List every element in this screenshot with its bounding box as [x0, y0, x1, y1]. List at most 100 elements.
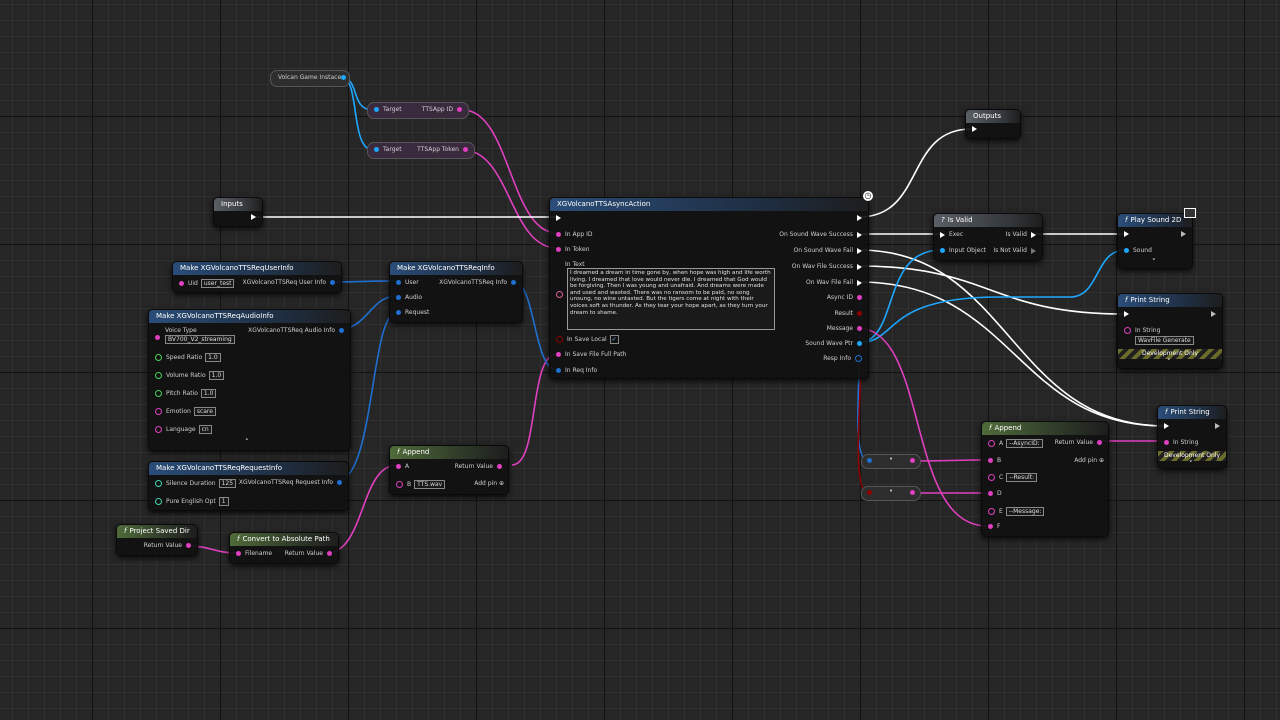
pitch-pin[interactable] — [155, 390, 162, 397]
speed-pin[interactable] — [155, 354, 162, 361]
append-big-node[interactable]: f Append A --AsyncID: B C --Result: D E --Me… — [981, 421, 1109, 537]
enum-to-string-conversion-node[interactable]: • — [861, 486, 921, 501]
in-app-id-pin[interactable] — [556, 232, 561, 237]
play-sound-2d-node[interactable]: f Play Sound 2D Sound ˅ — [1117, 208, 1196, 269]
pitch-input[interactable]: 1.0 — [200, 389, 217, 398]
is-valid-output-pin[interactable] — [1031, 231, 1036, 238]
return-value-pin[interactable] — [327, 551, 332, 556]
conversion-input-pin[interactable] — [867, 458, 872, 463]
exec-output-pin[interactable] — [251, 214, 256, 220]
in-string-pin[interactable] — [1164, 440, 1169, 445]
get-app-id-node[interactable]: Target TTSApp ID — [367, 102, 469, 119]
conversion-input-pin[interactable] — [867, 490, 872, 495]
in-string-pin[interactable] — [1124, 327, 1131, 334]
app-token-pin[interactable] — [463, 147, 468, 152]
input-object-pin[interactable] — [940, 248, 945, 253]
b-pin[interactable] — [988, 458, 993, 463]
silence-pin[interactable] — [155, 480, 162, 487]
expand-chevron-icon[interactable]: ˅ — [1152, 258, 1156, 266]
tts-async-action-node[interactable]: XGVolcanoTTSAsyncAction ◷ In App ID In T… — [549, 191, 873, 379]
collapse-chevron-icon[interactable]: ˄ — [245, 438, 249, 446]
exec-output-pin[interactable] — [1215, 423, 1220, 429]
project-saved-dir-node[interactable]: f Project Saved Dir Return Value — [116, 524, 198, 556]
language-input[interactable]: cn — [198, 425, 212, 434]
expand-chevron-icon[interactable]: ˅ — [1167, 358, 1171, 366]
e-input[interactable]: --Message: — [1005, 507, 1045, 516]
exec-input-pin[interactable] — [556, 215, 561, 221]
on-wav-success-pin[interactable] — [857, 263, 862, 270]
print-string-1-node[interactable]: f Print String In String WavFile Generate… — [1117, 293, 1223, 369]
volume-input[interactable]: 1.0 — [208, 371, 225, 380]
int-to-string-conversion-node[interactable]: • — [861, 454, 921, 469]
pure-english-input[interactable]: 1 — [218, 497, 229, 506]
outputs-node[interactable]: Outputs — [965, 109, 1021, 139]
exec-input-pin[interactable] — [1164, 423, 1169, 429]
exec-output-pin[interactable] — [1211, 311, 1216, 317]
a-pin[interactable] — [396, 464, 401, 469]
in-text-pin[interactable] — [556, 291, 563, 298]
message-pin[interactable] — [857, 326, 862, 331]
on-wav-fail-pin[interactable] — [857, 279, 862, 286]
a-input[interactable]: --AsyncID: — [1006, 439, 1043, 448]
a-pin[interactable] — [988, 440, 995, 447]
f-pin[interactable] — [988, 524, 993, 529]
conversion-output-pin[interactable] — [910, 490, 915, 495]
return-value-pin[interactable] — [186, 543, 191, 548]
audio-info-output-pin[interactable] — [339, 328, 344, 333]
object-output-pin[interactable] — [341, 75, 346, 80]
exec-input-pin[interactable] — [1124, 231, 1129, 237]
make-req-info-node[interactable]: Make XGVolcanoTTSReqInfo User Audio Requ… — [389, 261, 523, 323]
convert-abs-path-node[interactable]: f Convert to Absolute Path Filename Retur… — [229, 532, 339, 564]
expand-chevron-icon[interactable]: ˅ — [1189, 460, 1193, 468]
sound-wave-ptr-pin[interactable] — [857, 341, 862, 346]
exec-output-pin[interactable] — [1181, 231, 1186, 237]
user-pin[interactable] — [396, 280, 401, 285]
get-app-token-node[interactable]: Target TTSApp Token — [367, 142, 475, 159]
print-string-2-node[interactable]: f Print String In String Development Only… — [1157, 405, 1227, 469]
request-pin[interactable] — [396, 310, 401, 315]
req-info-pin[interactable] — [556, 368, 561, 373]
pure-english-pin[interactable] — [155, 498, 162, 505]
audio-pin[interactable] — [396, 295, 401, 300]
target-pin[interactable] — [374, 147, 379, 152]
on-success-pin[interactable] — [857, 231, 862, 238]
b-input[interactable]: TTS.wav — [414, 480, 446, 489]
add-pin-button[interactable]: Add pin ⊕ — [474, 480, 504, 488]
filename-pin[interactable] — [236, 551, 241, 556]
save-local-checkbox[interactable]: ✓ — [609, 335, 619, 344]
in-string-input[interactable]: WavFile Generate — [1135, 336, 1194, 345]
exec-input-pin[interactable] — [940, 231, 945, 238]
c-input[interactable]: --Result: — [1006, 473, 1038, 482]
language-pin[interactable] — [155, 426, 162, 433]
make-user-info-node[interactable]: Make XGVolcanoTTSReqUserInfo Uid user_tes… — [172, 261, 342, 293]
app-id-pin[interactable] — [457, 107, 462, 112]
target-pin[interactable] — [374, 107, 379, 112]
append-small-node[interactable]: f Append A B TTS.wav Return Value Add pin … — [389, 445, 509, 495]
exec-input-pin[interactable] — [972, 126, 977, 132]
save-path-pin[interactable] — [556, 352, 561, 357]
make-audio-info-node[interactable]: Make XGVolcanoTTSReqAudioInfo Voice Type… — [148, 309, 351, 451]
add-pin-button[interactable]: Add pin ⊕ — [1074, 457, 1104, 465]
save-local-pin[interactable] — [556, 336, 563, 343]
silence-input[interactable]: 125 — [218, 479, 237, 488]
uid-input[interactable]: user_test — [200, 279, 235, 288]
inputs-node[interactable]: Inputs — [213, 197, 263, 227]
result-pin[interactable] — [857, 311, 862, 316]
exec-input-pin[interactable] — [1124, 311, 1129, 317]
speed-input[interactable]: 1.0 — [205, 353, 221, 362]
is-valid-node[interactable]: ? Is Valid Exec Input Object Is Valid Is … — [933, 213, 1043, 261]
return-value-pin[interactable] — [497, 464, 502, 469]
emotion-input[interactable]: scare — [193, 407, 216, 416]
make-request-info-node[interactable]: Make XGVolcanoTTSReqRequestInfo Silence … — [148, 461, 349, 511]
return-value-pin[interactable] — [1097, 440, 1102, 445]
emotion-pin[interactable] — [155, 408, 162, 415]
volume-pin[interactable] — [155, 372, 162, 379]
in-token-pin[interactable] — [556, 247, 561, 252]
request-info-output-pin[interactable] — [337, 480, 342, 485]
uid-pin[interactable] — [179, 281, 184, 286]
sound-pin[interactable] — [1124, 248, 1129, 253]
e-pin[interactable] — [988, 508, 995, 515]
req-info-output-pin[interactable] — [511, 280, 516, 285]
user-info-output-pin[interactable] — [330, 280, 335, 285]
c-pin[interactable] — [988, 474, 995, 481]
